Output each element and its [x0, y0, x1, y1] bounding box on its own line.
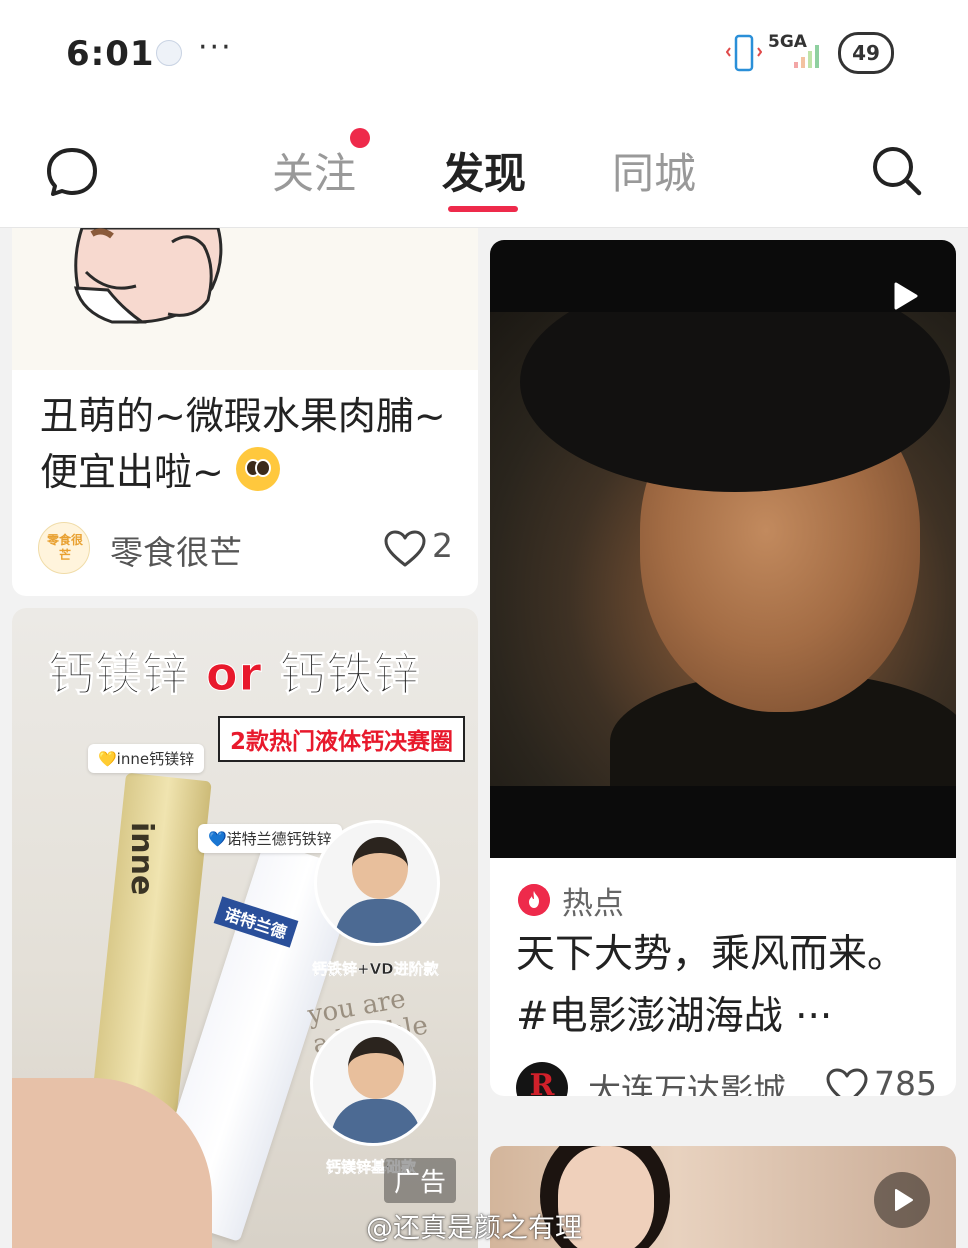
like-icon[interactable]: [826, 1068, 868, 1096]
active-tab-indicator: [448, 206, 518, 212]
child-caption: 钙铁锌+VD进阶款: [312, 960, 439, 979]
play-button[interactable]: [874, 1172, 930, 1228]
product-tag: 💛inne钙镁锌: [88, 744, 205, 773]
tab-discover[interactable]: 发现: [442, 140, 526, 201]
author-name[interactable]: 大连万达影城: [588, 1064, 786, 1096]
play-icon: [894, 282, 918, 310]
like-count: 2: [432, 526, 453, 565]
ad-card[interactable]: 钙镁锌 or 钙铁锌 2款热门液体钙决赛圈 inne 诺特兰德 💛inne钙镁锌…: [12, 608, 478, 1248]
child-photo: [314, 820, 440, 946]
tab-follow[interactable]: 关注: [272, 140, 356, 201]
pleading-face-emoji: [235, 447, 280, 491]
status-bar: 6:01 ··· 5GA 49: [0, 0, 968, 110]
search-icon[interactable]: [868, 142, 924, 198]
phone-vibrate-icon: [726, 34, 762, 72]
like-icon[interactable]: [384, 530, 426, 568]
more-notifications-icon: ···: [198, 30, 233, 65]
ad-badge: 广告: [384, 1158, 457, 1203]
status-app-icon: [156, 40, 182, 66]
like-count: 785: [874, 1064, 937, 1096]
status-time: 6:01: [66, 34, 155, 74]
product-brand: inne: [124, 822, 159, 896]
feed-card[interactable]: 丑萌的~微瑕水果肉脯~便宜出啦~ 零食很芒 零食很芒 2: [12, 228, 478, 596]
author-avatar[interactable]: R: [516, 1062, 568, 1096]
author-name[interactable]: 零食很芒: [110, 526, 242, 574]
ad-subtitle: 2款热门液体钙决赛圈: [218, 716, 466, 762]
card-title: 丑萌的~微瑕水果肉脯~便宜出啦~: [40, 394, 446, 494]
message-icon[interactable]: [44, 144, 100, 200]
ad-headline: 钙镁锌 or 钙铁锌: [48, 647, 421, 702]
notification-dot: [350, 128, 370, 148]
tab-nearby[interactable]: 同城: [612, 140, 696, 201]
play-icon: [895, 1189, 913, 1211]
fire-icon: [518, 884, 550, 916]
child-photo: [310, 1020, 436, 1146]
card-title: 天下大势，乘风而来。#电影澎湖海战 ···: [516, 932, 907, 1039]
battery-icon: 49: [838, 32, 894, 74]
cartoon-illustration: [74, 228, 223, 324]
card-cover-image: [12, 228, 478, 370]
video-card[interactable]: 热点 天下大势，乘风而来。#电影澎湖海战 ··· R 大连万达影城 785: [490, 240, 956, 1096]
video-thumbnail: [490, 240, 956, 858]
top-nav: 关注 发现 同城: [0, 110, 968, 228]
author-avatar[interactable]: 零食很芒: [38, 522, 90, 574]
signal-icon: [794, 45, 819, 68]
watermark: @还真是颜之有理: [366, 1213, 582, 1244]
product-tag: 💙诺特兰德钙铁锌: [198, 824, 342, 853]
movie-still: [490, 312, 956, 786]
trending-badge: 热点: [562, 886, 624, 922]
